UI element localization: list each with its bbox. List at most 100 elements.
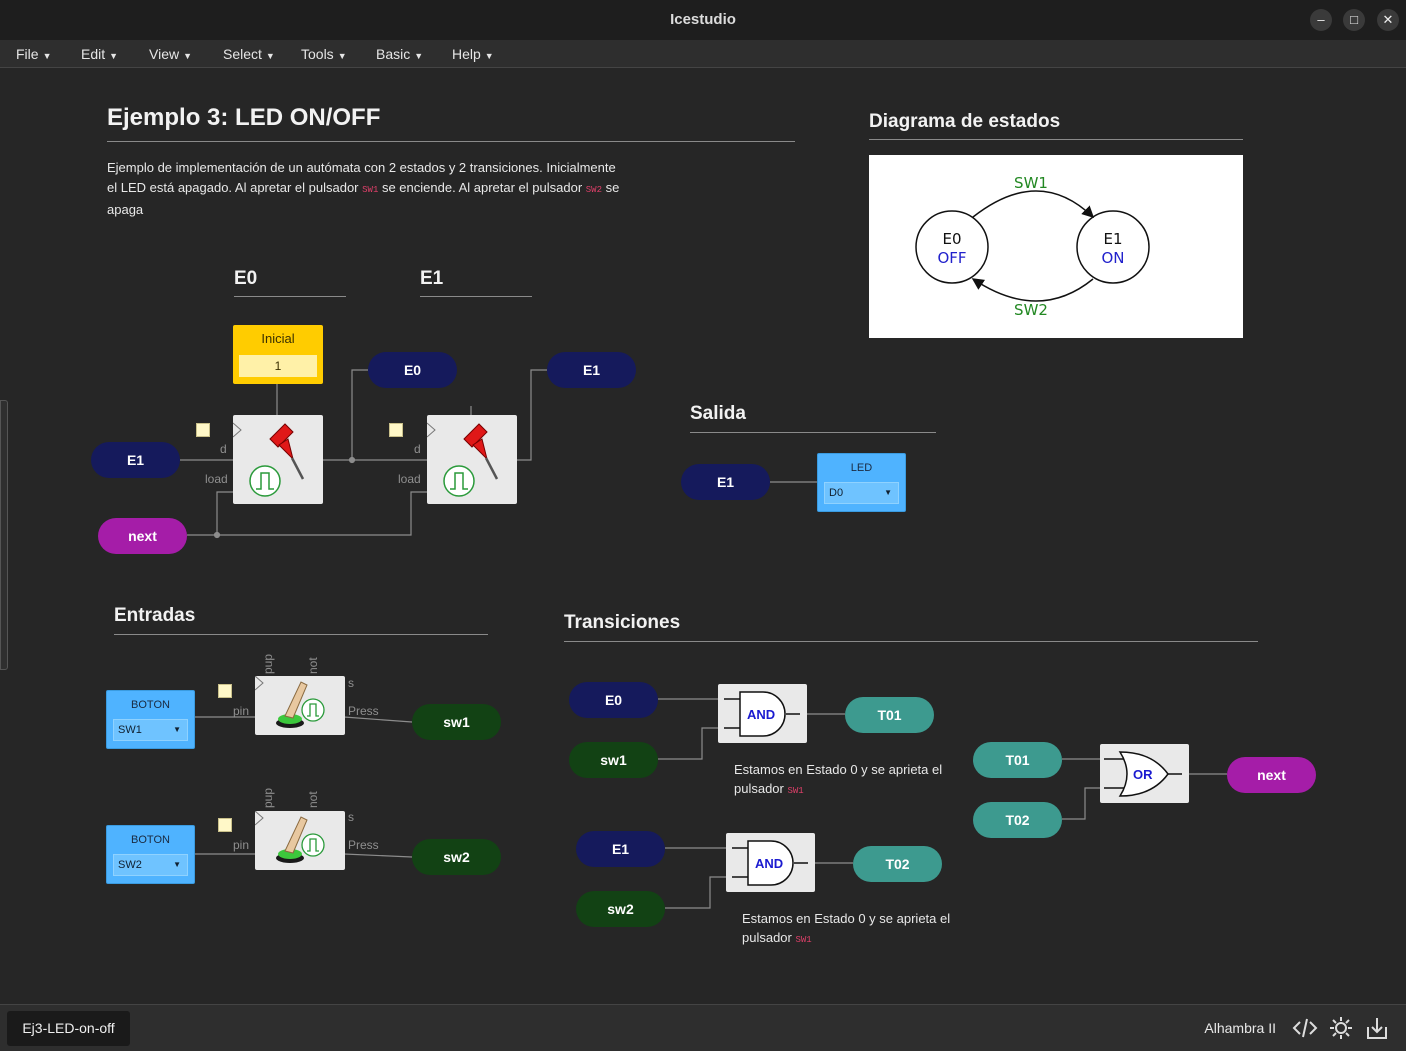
chevron-down-icon: ▼ <box>484 51 494 61</box>
button-debouncer-1[interactable] <box>254 675 345 735</box>
clock-port-2[interactable] <box>389 423 403 437</box>
and-gate-2[interactable]: AND <box>726 833 815 892</box>
and-gate-2-label: AND <box>755 856 783 871</box>
section-e1-heading: E1 <box>420 268 444 289</box>
comment-1-code: SW1 <box>787 786 804 796</box>
button-debouncer-2[interactable] <box>254 810 345 870</box>
state-e0-output: OFF <box>937 249 966 267</box>
led-pin-select[interactable]: D0 ▼ <box>824 482 899 504</box>
menu-bar: File ▼ Edit ▼ View ▼ Select ▼ Tools ▼ Basic ▼ … <box>0 40 1406 68</box>
board-selector[interactable]: Alhambra II <box>1204 1020 1276 1036</box>
menu-select[interactable]: Select ▼ <box>223 46 275 62</box>
label-t02-or[interactable]: T02 <box>973 802 1062 838</box>
section-e0-divider <box>234 296 346 297</box>
chevron-down-icon: ▼ <box>42 51 52 61</box>
and-gate-icon: AND <box>724 691 800 737</box>
label-sw1-output[interactable]: sw1 <box>412 704 501 740</box>
port-s-1: s <box>348 676 354 690</box>
build-gear-icon[interactable] <box>1328 1015 1354 1041</box>
minimize-button[interactable]: – <box>1310 9 1332 31</box>
label-sw2-output[interactable]: sw2 <box>412 839 501 875</box>
label-sw1-and1[interactable]: sw1 <box>569 742 658 778</box>
label-e1-output[interactable]: E1 <box>547 352 636 388</box>
desc-code-sw1: SW1 <box>362 185 379 195</box>
menu-edit[interactable]: Edit ▼ <box>81 46 118 62</box>
clock-port-3[interactable] <box>218 684 232 698</box>
port-d-2: d <box>414 442 421 456</box>
menu-view[interactable]: View ▼ <box>149 46 192 62</box>
section-transiciones-divider <box>564 641 1258 642</box>
label-e1-input[interactable]: E1 <box>91 442 180 478</box>
chevron-down-icon: ▼ <box>109 51 119 61</box>
and-gate-1[interactable]: AND <box>718 684 807 743</box>
section-transiciones-heading: Transiciones <box>564 612 681 633</box>
input-boton-sw2[interactable]: BOTON SW2 ▼ <box>106 825 195 884</box>
or-gate[interactable]: OR <box>1100 744 1189 803</box>
port-pin-1: pin <box>233 704 250 718</box>
design-canvas[interactable]: Ejemplo 3: LED ON/OFF Ejemplo de impleme… <box>0 68 1406 1004</box>
label-e1-and2[interactable]: E1 <box>576 831 665 867</box>
label-next-input[interactable]: next <box>98 518 187 554</box>
section-salida-heading: Salida <box>690 403 746 424</box>
label-sw2-and2[interactable]: sw2 <box>576 891 665 927</box>
comment-2-code: SW1 <box>795 935 812 945</box>
label-t01-or[interactable]: T01 <box>973 742 1062 778</box>
clock-port-1[interactable] <box>196 423 210 437</box>
push-button-icon <box>254 675 325 728</box>
boton-1-pin-select[interactable]: SW1 ▼ <box>113 719 188 741</box>
input-boton-sw1[interactable]: BOTON SW1 ▼ <box>106 690 195 749</box>
port-press-1: Press <box>348 704 379 718</box>
menu-file[interactable]: File ▼ <box>16 46 51 62</box>
boton-2-pin-select[interactable]: SW2 ▼ <box>113 854 188 876</box>
output-led[interactable]: LED D0 ▼ <box>817 453 906 512</box>
clock-port-4[interactable] <box>218 818 232 832</box>
port-press-2: Press <box>348 838 379 852</box>
label-next-output[interactable]: next <box>1227 757 1316 793</box>
title-divider <box>107 141 795 142</box>
dropdown-caret-icon: ▼ <box>884 488 892 497</box>
boton-1-label: BOTON <box>131 699 170 711</box>
chevron-down-icon: ▼ <box>337 51 347 61</box>
menu-basic[interactable]: Basic ▼ <box>376 46 423 62</box>
code-icon[interactable] <box>1292 1015 1318 1041</box>
menu-tools[interactable]: Tools ▼ <box>301 46 347 62</box>
led-pin-value: D0 <box>829 487 844 499</box>
state-diagram: E0 OFF E1 ON SW1 SW2 <box>915 174 1150 319</box>
window-title: Icestudio <box>670 11 736 28</box>
footer-bar: Ej3-LED-on-off Alhambra II <box>0 1004 1406 1051</box>
chevron-down-icon: ▼ <box>183 51 193 61</box>
port-pup-1: pup <box>261 653 275 674</box>
flipflop-e1[interactable] <box>426 415 517 504</box>
or-gate-icon: OR <box>1104 751 1182 797</box>
label-t01-output[interactable]: T01 <box>845 697 934 733</box>
label-t02-output[interactable]: T02 <box>853 846 942 882</box>
or-gate-label: OR <box>1133 767 1153 782</box>
project-description: Ejemplo de implementación de un autómata… <box>107 158 627 220</box>
and-gate-1-label: AND <box>747 707 775 722</box>
page-title: Ejemplo 3: LED ON/OFF <box>107 104 381 131</box>
maximize-button[interactable]: □ <box>1343 9 1365 31</box>
state-e0-name: E0 <box>942 230 961 248</box>
upload-icon[interactable] <box>1364 1015 1390 1041</box>
pushpin-icon <box>426 422 499 497</box>
port-not-1: not <box>306 657 320 674</box>
label-e0-output[interactable]: E0 <box>368 352 457 388</box>
led-label: LED <box>850 462 873 474</box>
flipflop-e0[interactable] <box>232 415 323 504</box>
boton-1-pin-value: SW1 <box>118 724 142 736</box>
section-entradas-heading: Entradas <box>114 605 196 626</box>
section-salida-divider <box>690 432 936 433</box>
constant-inicial-label: Inicial <box>261 331 295 346</box>
constant-inicial-value[interactable]: 1 <box>239 355 317 377</box>
port-d-1: d <box>220 442 227 456</box>
constant-inicial[interactable]: Inicial 1 <box>233 325 323 384</box>
menu-basic-label: Basic <box>376 46 411 62</box>
close-button[interactable]: ✕ <box>1377 9 1399 31</box>
port-not-2: not <box>306 791 320 808</box>
boton-2-label: BOTON <box>131 834 170 846</box>
boton-2-pin-value: SW2 <box>118 859 142 871</box>
label-e0-and1[interactable]: E0 <box>569 682 658 718</box>
project-tab[interactable]: Ej3-LED-on-off <box>7 1011 130 1046</box>
menu-help[interactable]: Help ▼ <box>452 46 494 62</box>
label-e1-led[interactable]: E1 <box>681 464 770 500</box>
